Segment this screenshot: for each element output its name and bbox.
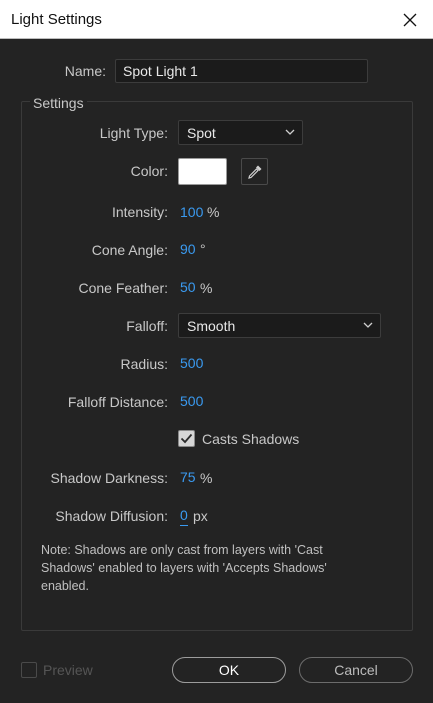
preview-label: Preview <box>43 662 93 678</box>
falloff-dropdown[interactable]: Smooth <box>178 313 381 338</box>
name-label: Name: <box>64 63 106 79</box>
shadow-diffusion-value[interactable]: 0 <box>180 507 188 523</box>
cone-angle-unit: ° <box>200 241 206 257</box>
close-icon <box>403 13 417 26</box>
light-type-value: Spot <box>187 125 216 141</box>
cone-feather-unit: % <box>200 280 213 296</box>
ok-button[interactable]: OK <box>172 657 286 683</box>
falloff-label: Falloff: <box>126 318 168 334</box>
settings-group-title: Settings <box>30 95 87 111</box>
name-input[interactable] <box>115 59 368 83</box>
intensity-unit: % <box>207 204 220 220</box>
light-type-label: Light Type: <box>99 125 168 141</box>
shadow-diffusion-label: Shadow Diffusion: <box>55 508 168 524</box>
casts-shadows-label[interactable]: Casts Shadows <box>202 431 299 447</box>
radius-value[interactable]: 500 <box>180 355 203 371</box>
shadow-darkness-value[interactable]: 75 <box>180 469 196 485</box>
radius-label: Radius: <box>120 356 168 372</box>
cone-feather-label: Cone Feather: <box>78 280 169 296</box>
casts-shadows-checkbox[interactable] <box>178 430 195 447</box>
eyedropper-button[interactable] <box>241 158 268 185</box>
intensity-value[interactable]: 100 <box>180 204 203 220</box>
cone-angle-value[interactable]: 90 <box>180 241 196 257</box>
shadow-darkness-label: Shadow Darkness: <box>50 470 168 486</box>
color-swatch[interactable] <box>178 158 227 185</box>
cancel-button[interactable]: Cancel <box>299 657 413 683</box>
title-bar: Light Settings <box>0 0 433 39</box>
falloff-value: Smooth <box>187 318 236 334</box>
falloff-distance-value[interactable]: 500 <box>180 393 203 409</box>
window-title: Light Settings <box>11 11 102 28</box>
eyedropper-icon <box>247 165 261 179</box>
chevron-down-icon <box>285 129 295 135</box>
preview-checkbox[interactable] <box>21 662 37 678</box>
shadow-diffusion-unit: px <box>193 508 208 524</box>
chevron-down-icon <box>363 322 373 328</box>
shadows-note: Note: Shadows are only cast from layers … <box>41 543 327 593</box>
shadow-darkness-unit: % <box>200 470 213 486</box>
color-label: Color: <box>130 163 168 179</box>
checkmark-icon <box>180 433 193 444</box>
light-type-dropdown[interactable]: Spot <box>178 120 303 145</box>
shadow-diffusion-underline <box>180 525 188 526</box>
cone-angle-label: Cone Angle: <box>91 242 168 258</box>
cone-feather-value[interactable]: 50 <box>180 279 196 295</box>
intensity-label: Intensity: <box>111 204 168 220</box>
close-button[interactable] <box>387 0 433 39</box>
falloff-distance-label: Falloff Distance: <box>67 394 168 410</box>
